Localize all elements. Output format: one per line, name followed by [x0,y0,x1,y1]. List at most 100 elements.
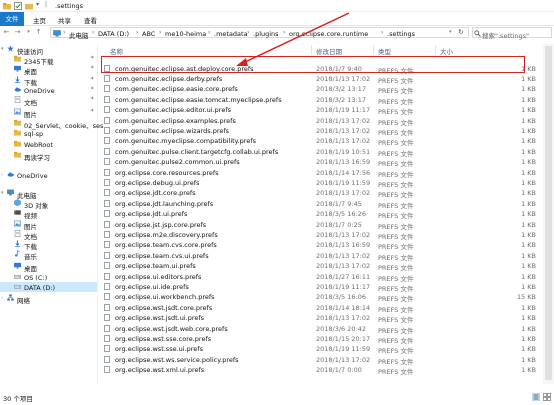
pin-icon[interactable]: ✦ [90,76,95,82]
recent-locations-chevron-icon[interactable]: ▾ [24,29,33,35]
file-row[interactable]: com.genuitec.eclipse.derby.prefs 2018/1/1… [103,73,541,85]
tab-file[interactable]: 文件 [0,12,24,26]
file-row[interactable]: org.eclipse.jdt.core.prefs 2018/1/13 17:0… [103,188,541,199]
sidebar-item[interactable]: sql-sp [14,128,97,138]
column-header-size[interactable]: 大小 [440,46,453,56]
file-row[interactable]: org.eclipse.wst.jsdt.core.prefs 2018/1/14… [103,302,541,314]
sidebar-item[interactable]: 下载 ✦ [14,75,97,87]
column-header-date[interactable]: 修改日期 [316,46,342,56]
large-icons-view-icon[interactable] [543,393,551,401]
sidebar-item[interactable]: 桌面 ✦ [14,64,97,76]
forward-arrow-icon[interactable]: → [13,28,22,36]
sidebar-item[interactable]: 3D 对象 [14,198,97,210]
pin-icon[interactable]: ✦ [90,108,95,114]
file-icon [104,345,110,353]
address-history-chevron-icon[interactable]: ▾ [449,29,452,35]
file-row[interactable]: com.genuitec.myeclipse.compatibility.pre… [103,136,541,147]
expand-chevron-icon[interactable]: ▾ [1,46,4,52]
sidebar-item[interactable]: 再读学习 [14,150,97,162]
file-row[interactable]: com.genuitec.eclipse.easie.core.prefs 201… [103,84,541,95]
breadcrumb-settings[interactable]: .settings [387,30,415,38]
back-arrow-icon[interactable]: ← [2,28,11,36]
sidebar-item[interactable]: WebRoot [14,139,97,149]
sidebar-item[interactable]: 音乐 [14,249,97,261]
column-header-type[interactable]: 类型 [378,46,391,56]
file-size: 1 KB [521,199,536,208]
sidebar-item[interactable]: 桌面 [14,261,97,273]
file-row[interactable]: com.genuitec.eclipse.ast.deploy.core.pre… [103,63,541,75]
file-row[interactable]: org.eclipse.wst.jsdt.web.core.prefs 2018/… [103,323,541,335]
file-row[interactable]: org.eclipse.jdt.launching.prefs 2018/1/7 … [103,198,541,210]
breadcrumb-plugins[interactable]: .plugins [253,30,279,38]
breadcrumb-me10-heima[interactable]: me10-heima [165,30,206,38]
tab-share[interactable]: 共享 [58,15,71,25]
file-row[interactable]: org.eclipse.wst.xml.ui.prefs 2018/1/7 0:0… [103,365,541,376]
expand-chevron-icon[interactable]: › [1,295,3,301]
file-row[interactable]: org.eclipse.wst.ws.service.policy.prefs 2… [103,354,541,366]
address-bar[interactable]: › 此电脑 › DATA (D:) › ABC › me10-heima › .… [50,27,469,40]
file-date: 2018/1/15 20:17 [316,334,371,343]
file-row[interactable]: com.genuitec.eclipse.wizards.prefs 2018/1… [103,125,541,137]
sidebar-item[interactable]: OneDrive ✦ [14,85,97,95]
breadcrumb-drive-d[interactable]: DATA (D:) [98,30,129,38]
file-row[interactable]: org.eclipse.team.cvs.ui.prefs 2018/1/13 1… [103,250,541,262]
file-row[interactable]: com.genuitec.eclipse.examples.prefs 2018/… [103,115,541,127]
sidebar-item[interactable]: 文档 [14,229,97,241]
file-row[interactable]: org.eclipse.ui.workbench.prefs 2018/3/5 1… [103,292,541,303]
pin-icon[interactable]: ✦ [90,65,95,71]
sidebar-item[interactable]: OneDrive [7,170,97,180]
file-row[interactable]: org.eclipse.debug.ui.prefs 2018/1/19 11:5… [103,177,541,189]
checkmark-icon[interactable] [14,2,22,10]
breadcrumb-metadata[interactable]: .metadata [214,30,248,38]
file-row[interactable]: org.eclipse.wst.sse.ui.prefs 2018/1/19 11… [103,344,541,355]
customize-toolbar-chevron-icon[interactable]: ▾ [36,1,44,9]
column-divider[interactable] [435,45,436,55]
file-row[interactable]: com.genuitec.eclipse.easie.tomcat.myecli… [103,94,541,106]
breadcrumb-abc[interactable]: ABC [142,30,155,38]
column-divider[interactable] [311,45,312,55]
new-folder-icon[interactable] [25,2,33,10]
file-row[interactable]: org.eclipse.team.cvs.core.prefs 2018/1/13… [103,240,541,251]
sidebar-item[interactable]: 文档 ✦ [14,95,97,107]
breadcrumb-core-runtime[interactable]: org.eclipse.core.runtime [289,30,368,38]
vertical-scrollbar[interactable] [543,44,554,384]
file-row[interactable]: org.eclipse.jst.jsp.core.prefs 2018/1/7 0… [103,219,541,231]
file-row[interactable]: org.eclipse.m2e.discovery.prefs 2018/1/13… [103,229,541,241]
details-view-icon[interactable] [532,393,540,401]
sidebar-item[interactable]: OS (C:) [14,272,97,282]
sidebar-item[interactable]: 网络 [7,293,97,305]
sidebar-item[interactable]: 快速访问 [7,44,97,56]
sidebar-item[interactable]: 下载 [14,239,97,251]
file-row[interactable]: com.genuitec.eclipse.editor.ui.prefs 2018… [103,105,541,116]
sidebar-item[interactable]: 02_Servlet、cookie、ses [14,118,103,130]
search-input[interactable]: 搜索".settings" [472,27,552,40]
sidebar-item[interactable]: 此电脑 [7,188,97,200]
file-row[interactable]: org.eclipse.ui.editors.prefs 2018/1/27 16… [103,271,541,283]
sidebar-item[interactable]: 2345下载 ✦ [14,54,97,66]
file-row[interactable]: org.eclipse.jdt.ui.prefs 2018/3/5 16:26 PR… [103,209,541,220]
sidebar-item[interactable]: DATA (D:) [0,282,97,292]
tab-home[interactable]: 主页 [33,15,46,25]
pin-icon[interactable]: ✦ [90,55,95,61]
file-row[interactable]: org.eclipse.team.ui.prefs 2018/1/13 17:02… [103,261,541,272]
scrollbar-thumb[interactable] [545,46,552,380]
sidebar-item[interactable]: 图片 ✦ [14,107,97,119]
file-row[interactable]: com.genuitec.pulse2.common.ui.prefs 2018/… [103,157,541,168]
tab-view[interactable]: 查看 [84,15,97,25]
expand-chevron-icon[interactable]: ▾ [1,190,4,196]
refresh-icon[interactable]: ↻ [458,28,464,36]
file-row[interactable]: com.genuitec.pulse.client.targetcfg.coll… [103,146,541,158]
pin-icon[interactable]: ✦ [90,96,95,102]
file-row[interactable]: org.eclipse.wst.sse.core.prefs 2018/1/15 … [103,333,541,345]
pin-icon[interactable]: ✦ [90,86,95,92]
sidebar-item[interactable]: 视频 [14,208,97,220]
file-row[interactable]: org.eclipse.core.resources.prefs 2018/1/1… [103,167,541,179]
file-row[interactable]: org.eclipse.ui.ide.prefs 2018/1/19 11:17 P… [103,281,541,293]
expand-chevron-icon[interactable]: › [1,172,3,178]
file-row[interactable]: org.eclipse.wst.jsdt.ui.prefs 2018/1/13 1… [103,313,541,324]
sidebar-item[interactable]: 图片 [14,219,97,231]
column-divider[interactable] [373,45,374,55]
column-header-name[interactable]: 名称 [110,46,123,56]
breadcrumb-this-pc[interactable]: 此电脑 [69,30,89,40]
up-arrow-icon[interactable]: ↑ [34,28,43,36]
